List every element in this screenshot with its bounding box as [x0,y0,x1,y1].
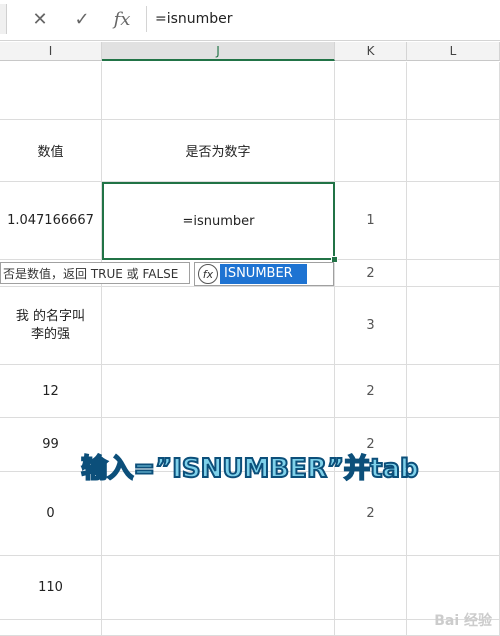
formula-bar-grip [0,4,7,34]
cell-k-row-4[interactable]: 2 [335,260,407,287]
autocomplete-item-isnumber[interactable]: ISNUMBER [220,264,307,284]
cell-l-row-1[interactable] [407,62,500,120]
cell-l-row-4[interactable] [407,260,500,287]
cell-k-row-1[interactable] [335,62,407,120]
cell-k-row-10[interactable] [335,620,407,636]
cell-l-row-5[interactable] [407,287,500,365]
cell-j-row-2[interactable]: 是否为数字 [102,120,335,182]
fx-button[interactable]: fx [108,6,136,32]
cell-i-row-2[interactable]: 数值 [0,120,102,182]
cell-k-row-3[interactable]: 1 [335,182,407,260]
cell-i-row-9[interactable]: 110 [0,556,102,620]
cell-i-row-1[interactable] [0,62,102,120]
cell-j-row-10[interactable] [102,620,335,636]
column-header-i[interactable]: I [0,42,102,61]
formula-input[interactable]: =isnumber [146,6,500,32]
cell-l-row-6[interactable] [407,365,500,418]
column-header-k[interactable]: K [335,42,407,61]
column-header-l[interactable]: L [407,42,500,61]
cell-j-row-5[interactable] [102,287,335,365]
cell-j-row-9[interactable] [102,556,335,620]
autocomplete-list[interactable]: fx ISNUMBER [194,262,334,286]
cell-k-row-6[interactable]: 2 [335,365,407,418]
cell-j-row-1[interactable] [102,62,335,120]
cell-i-row-6[interactable]: 12 [0,365,102,418]
cell-i-row-5[interactable]: 我 的名字叫 李的强 [0,287,102,365]
cell-j-row-3[interactable]: =isnumber [102,182,335,260]
checkmark-icon[interactable]: ✓ [68,6,96,32]
cell-l-row-3[interactable] [407,182,500,260]
function-tooltip: 否是数值，返回 TRUE 或 FALSE [0,262,190,284]
watermark: Bai 经验 [434,613,492,629]
close-icon[interactable]: ✕ [26,6,54,32]
column-header-j[interactable]: J [102,42,335,61]
cell-i-row-3[interactable]: 1.047166667 [0,182,102,260]
cell-k-row-2[interactable] [335,120,407,182]
cell-k-row-9[interactable] [335,556,407,620]
cell-i-row-10[interactable] [0,620,102,636]
function-icon: fx [198,264,218,284]
instruction-caption: 输入=”ISNUMBER”并tab [80,453,419,485]
cell-k-row-5[interactable]: 3 [335,287,407,365]
cell-l-row-2[interactable] [407,120,500,182]
cell-j-row-6[interactable] [102,365,335,418]
formula-bar: ✕ ✓ fx =isnumber [0,0,500,41]
